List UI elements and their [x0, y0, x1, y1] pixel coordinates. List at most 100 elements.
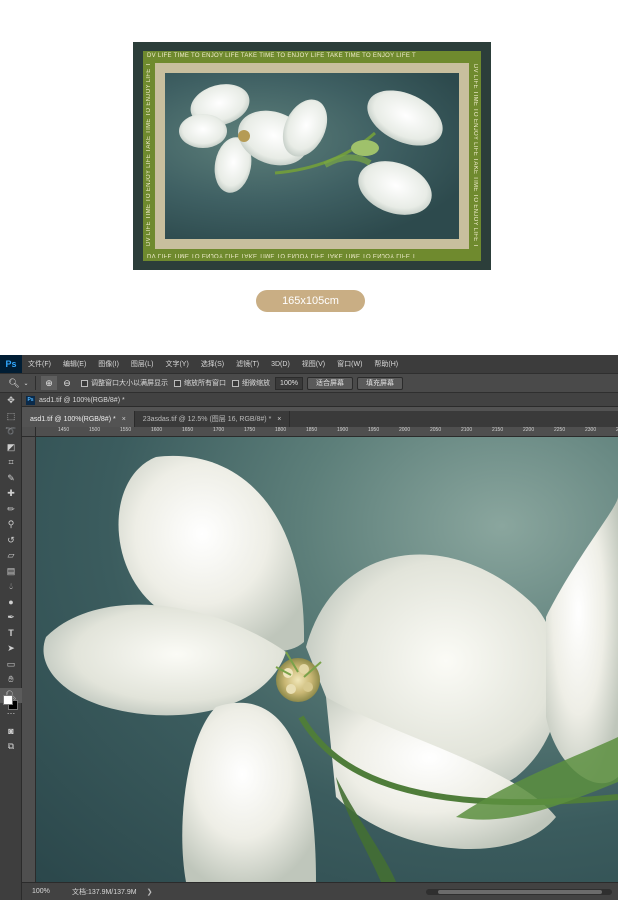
ruler-tick-label: 1850 — [306, 427, 318, 433]
marquee-tool-icon[interactable]: ⬚ — [0, 409, 22, 425]
doc-tab-label: asd1.tif @ 100%(RGB/8#) * — [30, 415, 116, 423]
path-select-tool-icon[interactable]: ➤ — [0, 641, 22, 657]
rug-border-text-left: DV LIFE TIME TO ENJOY LIFE TAKE TIME TO … — [146, 64, 152, 246]
blur-tool-icon[interactable]: 💧︎ — [0, 579, 22, 595]
tools-panel: ✥ ⬚ ➰ ◩ ⌗ ✎ ✚ ✏ ⚲ ↺ ▱ ▤ 💧︎ ● ✒ T ➤ ▭ ✋︎ … — [0, 393, 22, 900]
menu-select[interactable]: 选择(S) — [195, 359, 230, 369]
rug-image: DV LIFE TIME TO ENJOY LIFE TAKE TIME TO … — [133, 42, 491, 270]
ruler-tick-label: 2150 — [492, 427, 504, 433]
resize-windows-checkbox[interactable] — [81, 379, 88, 387]
quick-select-tool-icon[interactable]: ◩ — [0, 440, 22, 456]
type-tool-icon[interactable]: T — [0, 626, 22, 642]
screen-mode-icon[interactable]: ⧉ — [0, 739, 22, 755]
rug-border-text-bottom: DV LIFE TIME TO ENJOY LIFE TAKE TIME TO … — [147, 252, 416, 258]
zoom-out-icon[interactable]: ⊖ — [59, 376, 75, 390]
menu-type[interactable]: 文字(Y) — [159, 359, 194, 369]
pen-tool-icon[interactable]: ✒ — [0, 610, 22, 626]
status-doc-size: 文档:137.9M/137.9M — [72, 888, 137, 896]
menu-bar: Ps 文件(F) 编辑(E) 图像(I) 图层(L) 文字(Y) 选择(S) 滤… — [0, 355, 618, 373]
fill-screen-button[interactable]: 填充屏幕 — [357, 376, 403, 390]
ps-file-icon: Ps — [26, 395, 35, 405]
menu-layer[interactable]: 图层(L) — [125, 359, 160, 369]
ruler-tick-label: 1900 — [337, 427, 349, 433]
eyedropper-tool-icon[interactable]: ✎ — [0, 471, 22, 487]
crop-tool-icon[interactable]: ⌗ — [0, 455, 22, 471]
size-label: 165x105cm — [256, 290, 365, 312]
rug-border-text-right: DV LIFE TIME TO ENJOY LIFE TAKE TIME TO … — [472, 64, 478, 246]
rectangle-tool-icon[interactable]: ▭ — [0, 657, 22, 673]
clone-stamp-tool-icon[interactable]: ⚲ — [0, 517, 22, 533]
rug-border-text-top: DV LIFE TIME TO ENJOY LIFE TAKE TIME TO … — [147, 53, 416, 59]
ruler-tick-label: 1650 — [182, 427, 194, 433]
horizontal-scrollbar[interactable] — [426, 889, 612, 895]
resize-windows-label: 调整窗口大小以满屏显示 — [91, 380, 168, 387]
chevron-down-icon[interactable]: ⌄ — [22, 376, 30, 390]
ruler-tick-label: 2300 — [585, 427, 597, 433]
chevron-right-icon[interactable]: ❯ — [147, 888, 153, 896]
status-bar: 100% 文档:137.9M/137.9M ❯ — [22, 882, 618, 900]
panel-doc-tab[interactable]: Ps asd1.tif @ 100%(RGB/8#) * — [26, 395, 125, 405]
ruler-tick-label: 2250 — [554, 427, 566, 433]
rug-flower-painting — [165, 73, 459, 239]
options-divider — [35, 376, 36, 390]
ruler-tick-label: 1800 — [275, 427, 287, 433]
photoshop-window: Ps 文件(F) 编辑(E) 图像(I) 图层(L) 文字(Y) 选择(S) 滤… — [0, 355, 618, 900]
panel-doc-tab-label: asd1.tif @ 100%(RGB/8#) * — [39, 396, 125, 404]
doc-tab-23asdas[interactable]: 23asdas.tif @ 12.5% (图层 16, RGB/8#) * × — [135, 411, 291, 427]
options-bar: 🔍︎ ⌄ ⊕ ⊖ 调整窗口大小以满屏显示 缩放所有窗口 细微缩放 100% 适合… — [0, 373, 618, 393]
move-tool-icon[interactable]: ✥ — [0, 393, 22, 409]
horizontal-ruler: 1450 1500 1550 1600 1650 1700 1750 1800 1850 1900… — [36, 427, 618, 437]
zoom-in-icon[interactable]: ⊕ — [41, 376, 57, 390]
ruler-tick-label: 2100 — [461, 427, 473, 433]
ruler-tick-label: 1550 — [120, 427, 132, 433]
status-zoom[interactable]: 100% — [22, 888, 58, 895]
menu-file[interactable]: 文件(F) — [22, 359, 57, 369]
ruler-corner — [22, 427, 36, 437]
menu-edit[interactable]: 编辑(E) — [57, 359, 92, 369]
close-icon[interactable]: × — [277, 416, 281, 423]
document-canvas[interactable] — [36, 437, 618, 882]
close-icon[interactable]: × — [122, 416, 126, 423]
eraser-tool-icon[interactable]: ▱ — [0, 548, 22, 564]
history-brush-tool-icon[interactable]: ↺ — [0, 533, 22, 549]
ruler-tick-label: 1700 — [213, 427, 225, 433]
quick-mask-icon[interactable]: ◙ — [0, 723, 22, 739]
ruler-tick-label: 1450 — [58, 427, 70, 433]
ruler-tick-label: 1950 — [368, 427, 380, 433]
healing-brush-tool-icon[interactable]: ✚ — [0, 486, 22, 502]
rug-flowers-svg — [179, 84, 443, 215]
ruler-tick-label: 1600 — [151, 427, 163, 433]
doc-tab-label: 23asdas.tif @ 12.5% (图层 16, RGB/8#) * — [142, 416, 272, 423]
zoom-all-checkbox[interactable] — [174, 379, 181, 387]
menu-view[interactable]: 视图(V) — [296, 359, 331, 369]
doc-tab-asd1[interactable]: asd1.tif @ 100%(RGB/8#) * × — [22, 411, 135, 427]
gradient-tool-icon[interactable]: ▤ — [0, 564, 22, 580]
panel-strip: Ps asd1.tif @ 100%(RGB/8#) * — [22, 393, 618, 407]
ruler-tick-label: 2200 — [523, 427, 535, 433]
canvas-flower-svg — [43, 455, 618, 882]
hand-tool-icon[interactable]: ✋︎ — [0, 672, 22, 688]
menu-window[interactable]: 窗口(W) — [331, 359, 368, 369]
foreground-color-swatch[interactable] — [3, 695, 13, 705]
zoom-all-label: 缩放所有窗口 — [184, 380, 226, 387]
scrollbar-thumb[interactable] — [438, 890, 602, 894]
page-root: DV LIFE TIME TO ENJOY LIFE TAKE TIME TO … — [0, 0, 618, 900]
fit-screen-button[interactable]: 适合屏幕 — [307, 376, 353, 390]
zoom-tool-icon[interactable]: 🔍︎ — [6, 376, 22, 390]
lasso-tool-icon[interactable]: ➰ — [0, 424, 22, 440]
dodge-tool-icon[interactable]: ● — [0, 595, 22, 611]
photoshop-logo: Ps — [0, 355, 22, 373]
ruler-tick-label: 2050 — [430, 427, 442, 433]
ruler-tick-label: 1500 — [89, 427, 101, 433]
brush-tool-icon[interactable]: ✏ — [0, 502, 22, 518]
product-preview: DV LIFE TIME TO ENJOY LIFE TAKE TIME TO … — [0, 0, 618, 355]
menu-filter[interactable]: 滤镜(T) — [230, 359, 265, 369]
menu-help[interactable]: 帮助(H) — [368, 359, 404, 369]
scrubby-zoom-checkbox[interactable] — [232, 379, 239, 387]
ruler-tick-label: 2000 — [399, 427, 411, 433]
menu-3d[interactable]: 3D(D) — [265, 361, 296, 368]
vertical-ruler — [22, 437, 36, 882]
zoom-value-field[interactable]: 100% — [275, 376, 303, 390]
ruler-tick-label: 1750 — [244, 427, 256, 433]
menu-image[interactable]: 图像(I) — [92, 359, 125, 369]
